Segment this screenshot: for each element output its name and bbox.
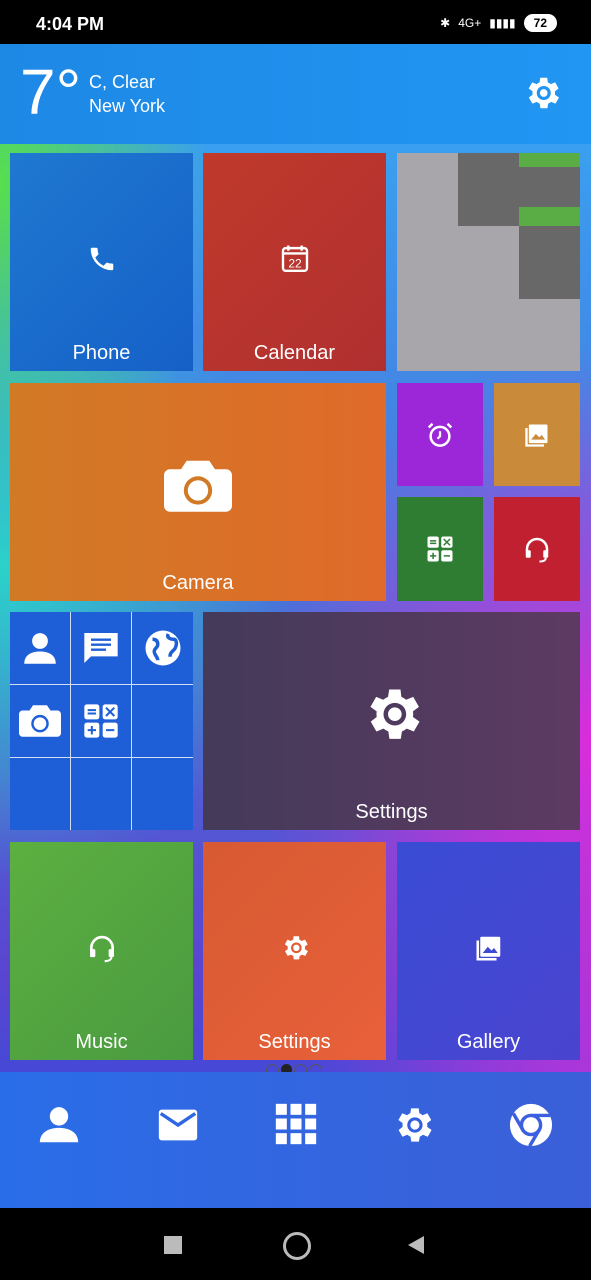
- svg-text:22: 22: [288, 256, 302, 270]
- folder-cell[interactable]: [132, 612, 193, 685]
- settings-large-tile[interactable]: Settings: [203, 612, 580, 830]
- image-tile[interactable]: [494, 383, 580, 486]
- headset-icon: [89, 935, 114, 963]
- calculator-icon: [427, 536, 453, 562]
- gear-icon[interactable]: [521, 72, 563, 114]
- photo-block: [519, 226, 580, 299]
- phone-icon: [90, 247, 113, 271]
- back-button[interactable]: [406, 1234, 426, 1256]
- gear-icon: [369, 689, 419, 739]
- temperature[interactable]: 7°: [20, 52, 81, 132]
- camera-icon: [164, 460, 232, 512]
- message-icon: [84, 633, 118, 663]
- photo-tile[interactable]: [397, 153, 580, 371]
- mail-icon[interactable]: [155, 1102, 201, 1148]
- chrome-icon[interactable]: [508, 1102, 554, 1148]
- gear-icon[interactable]: [390, 1102, 436, 1148]
- folder-cell[interactable]: [10, 685, 71, 758]
- calendar-icon: 22: [281, 245, 308, 273]
- camera-label: Camera: [162, 572, 234, 594]
- music-tile[interactable]: Music: [10, 842, 193, 1060]
- battery-indicator: 72: [523, 14, 557, 32]
- phone-label: Phone: [72, 342, 131, 364]
- gallery-label: Gallery: [456, 1031, 521, 1053]
- photo-block: [458, 153, 519, 226]
- network-label: 4G+: [458, 16, 482, 30]
- calculator-icon: [84, 704, 118, 738]
- folder-cell[interactable]: [71, 685, 132, 758]
- apps-grid-icon[interactable]: [274, 1102, 318, 1146]
- music-label: Music: [75, 1031, 128, 1053]
- folder-cell[interactable]: [10, 758, 71, 830]
- weather-city: New York: [89, 96, 166, 116]
- contacts-icon: [24, 633, 56, 664]
- contacts-icon[interactable]: [36, 1102, 82, 1148]
- status-icons: ✱ 4G+ ▮▮▮▮ 72: [440, 14, 557, 32]
- settings-large-label: Settings: [355, 801, 428, 823]
- signal-icon: ▮▮▮▮: [489, 16, 516, 30]
- home-button[interactable]: [283, 1232, 311, 1260]
- folder-cell[interactable]: [132, 685, 193, 758]
- folder-tile[interactable]: [10, 612, 193, 830]
- headset-icon: [525, 537, 549, 563]
- calendar-label: Calendar: [253, 342, 336, 364]
- alarm-tile[interactable]: [397, 383, 483, 486]
- gallery-tile[interactable]: Gallery: [397, 842, 580, 1060]
- settings-small-label: Settings: [258, 1031, 331, 1053]
- calendar-tile[interactable]: 22 Calendar: [203, 153, 386, 371]
- weather-condition: C, Clear: [89, 72, 156, 92]
- headset-tile[interactable]: [494, 497, 580, 601]
- camera-tile[interactable]: Camera: [10, 383, 386, 601]
- image-icon: [525, 424, 548, 447]
- status-time: 4:04 PM: [36, 14, 105, 34]
- camera-icon: [19, 705, 61, 737]
- settings-small-tile[interactable]: Settings: [203, 842, 386, 1060]
- folder-cell[interactable]: [10, 612, 71, 685]
- phone-tile[interactable]: Phone: [10, 153, 193, 371]
- folder-cell[interactable]: [71, 612, 132, 685]
- folder-cell[interactable]: [71, 758, 132, 830]
- weather-header: [0, 44, 591, 144]
- calculator-tile[interactable]: [397, 497, 483, 601]
- photo-block: [519, 167, 580, 207]
- recents-button[interactable]: [164, 1236, 182, 1254]
- image-icon: [476, 936, 500, 961]
- gear-icon: [284, 936, 308, 960]
- bluetooth-icon: ✱: [440, 16, 451, 30]
- globe-icon: [145, 630, 180, 666]
- alarm-icon: [427, 422, 453, 447]
- folder-cell[interactable]: [132, 758, 193, 830]
